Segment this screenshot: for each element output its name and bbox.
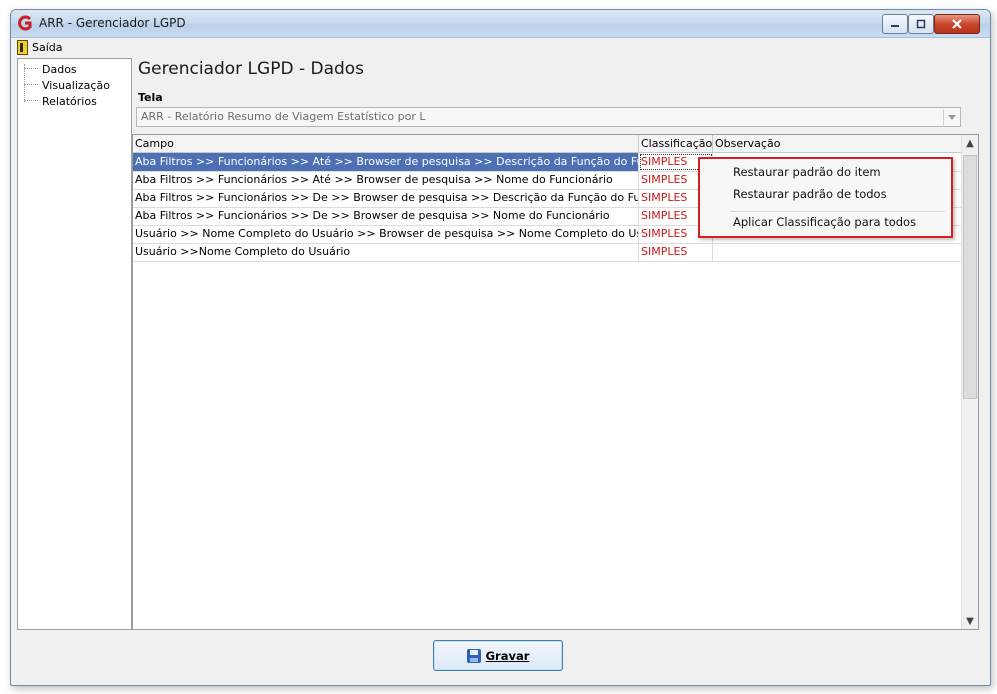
menu-separator xyxy=(730,211,945,213)
tela-label: Tela xyxy=(138,91,163,104)
menu-item-aplicar-classificacao[interactable]: Aplicar Classificação para todos xyxy=(733,215,916,229)
tree-branch xyxy=(24,100,38,102)
grid-header: Campo Classificação Observação xyxy=(133,135,962,153)
maximize-icon xyxy=(916,19,926,29)
floppy-disk-icon xyxy=(466,648,481,663)
menu-item-restaurar-todos[interactable]: Restaurar padrão de todos xyxy=(733,187,887,201)
scroll-up-icon[interactable]: ▲ xyxy=(965,138,975,149)
minimize-icon xyxy=(891,25,899,27)
scroll-down-icon[interactable]: ▼ xyxy=(965,616,975,627)
page-title: Gerenciador LGPD - Dados xyxy=(138,59,365,79)
tree-item-visualizacao[interactable]: Visualização xyxy=(24,77,110,93)
save-button[interactable]: Gravar xyxy=(433,640,563,671)
navigation-tree: Dados Visualização Relatórios xyxy=(17,58,132,630)
main-window: ARR - Gerenciador LGPD Saída Dados Visua… xyxy=(10,9,991,686)
tree-branch xyxy=(24,68,38,70)
exit-door-icon xyxy=(17,40,28,55)
menu-exit-label: Saída xyxy=(32,41,63,54)
title-bar[interactable]: ARR - Gerenciador LGPD xyxy=(11,10,990,38)
column-header-campo[interactable]: Campo xyxy=(133,135,639,152)
tree-item-label: Visualização xyxy=(42,78,110,92)
chevron-down-icon[interactable] xyxy=(943,109,959,125)
cell-campo[interactable]: Usuário >> Nome Completo do Usuário >> B… xyxy=(133,225,639,243)
cell-observacao[interactable] xyxy=(713,243,962,261)
menu-item-restaurar-item[interactable]: Restaurar padrão do item xyxy=(733,165,881,179)
cell-campo[interactable]: Aba Filtros >> Funcionários >> De >> Bro… xyxy=(133,189,639,207)
scroll-thumb[interactable] xyxy=(963,155,977,399)
window-title: ARR - Gerenciador LGPD xyxy=(39,16,186,30)
cell-campo[interactable]: Aba Filtros >> Funcionários >> De >> Bro… xyxy=(133,207,639,225)
table-row[interactable]: Usuário >>Nome Completo do Usuário SIMPL… xyxy=(133,243,962,262)
tree-item-dados[interactable]: Dados xyxy=(24,61,77,77)
save-button-label: Gravar xyxy=(485,648,530,663)
close-icon xyxy=(952,19,962,29)
tree-branch xyxy=(24,84,38,86)
tela-select[interactable]: ARR - Relatório Resumo de Viagem Estatís… xyxy=(136,107,961,127)
column-header-observacao[interactable]: Observação xyxy=(713,135,962,152)
tree-item-relatorios[interactable]: Relatórios xyxy=(24,93,97,109)
cell-campo[interactable]: Usuário >>Nome Completo do Usuário xyxy=(133,243,639,261)
maximize-button[interactable] xyxy=(908,14,934,34)
app-logo-icon xyxy=(18,15,32,31)
tree-item-label: Relatórios xyxy=(42,94,97,108)
cell-classificacao[interactable]: SIMPLES xyxy=(639,243,713,261)
close-button[interactable] xyxy=(934,14,980,34)
minimize-button[interactable] xyxy=(882,14,908,34)
context-menu: Restaurar padrão do item Restaurar padrã… xyxy=(698,157,953,238)
vertical-scrollbar[interactable]: ▲ ▼ xyxy=(961,135,978,629)
menu-bar: Saída xyxy=(11,38,990,57)
tree-item-label: Dados xyxy=(42,62,77,76)
tela-select-value: ARR - Relatório Resumo de Viagem Estatís… xyxy=(141,110,426,123)
column-header-classificacao[interactable]: Classificação xyxy=(639,135,713,152)
cell-campo[interactable]: Aba Filtros >> Funcionários >> Até >> Br… xyxy=(133,171,639,189)
menu-exit[interactable]: Saída xyxy=(17,40,63,55)
cell-campo[interactable]: Aba Filtros >> Funcionários >> Até >> Br… xyxy=(133,153,639,171)
